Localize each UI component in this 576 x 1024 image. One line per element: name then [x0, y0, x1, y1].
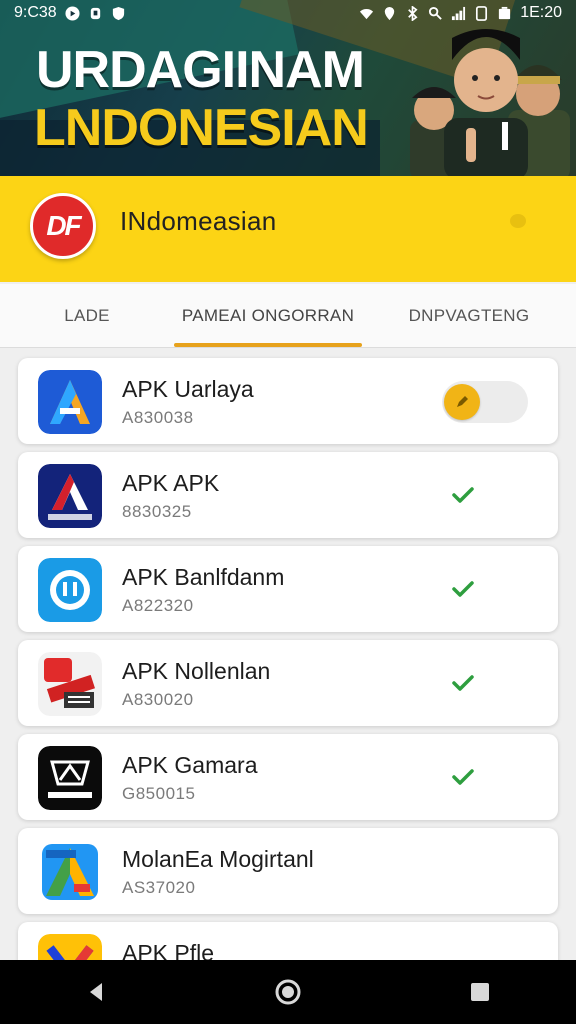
app-name: INdomeasian — [120, 206, 277, 236]
app-title: APK Uarlaya — [122, 376, 254, 402]
header-indicator-dot — [510, 214, 526, 228]
navy-a-icon — [38, 464, 102, 528]
list-item[interactable]: APK APK 8830325 — [18, 452, 558, 538]
location-icon — [385, 6, 395, 20]
app-title: APK Gamara — [122, 752, 258, 778]
sim-icon — [476, 5, 488, 21]
banner-subtitle: LNDONESIAN — [34, 99, 369, 157]
tab-lade[interactable]: LADE — [0, 284, 174, 347]
battery-icon — [499, 6, 511, 19]
list-item[interactable]: APK Banlfdanm A822320 — [18, 546, 558, 632]
banner-people-image — [410, 29, 570, 176]
red-badge-icon — [38, 652, 102, 716]
bluetooth-icon — [408, 5, 418, 21]
blue-a-icon — [38, 370, 102, 434]
status-time: 9:C38 — [14, 4, 57, 21]
tab-dnpvagteng[interactable]: DNPVAGTENG — [362, 284, 576, 347]
phone-screen: 9:C38 1E:20 URDAGIINAM LNDONESIAN DF INd… — [0, 0, 576, 1024]
app-code: A822320 — [122, 596, 194, 615]
app-title: APK Pfle — [122, 940, 215, 960]
recents-button[interactable] — [450, 962, 510, 1022]
wifi-icon — [360, 8, 374, 19]
check-icon — [452, 487, 474, 503]
list-item[interactable]: APK Nollenlan A830020 — [18, 640, 558, 726]
shield-icon — [112, 6, 124, 20]
home-circle-icon — [275, 979, 301, 1005]
youtube-icon — [65, 5, 80, 21]
banner-title: URDAGIINAM — [36, 41, 365, 99]
list-item[interactable]: APK Uarlaya A830038 — [18, 358, 558, 444]
promo-banner[interactable]: 9:C38 1E:20 URDAGIINAM LNDONESIAN — [0, 0, 576, 176]
check-icon — [452, 581, 474, 597]
recents-square-icon — [471, 983, 489, 1001]
pencil-icon — [457, 396, 468, 407]
check-icon — [452, 769, 474, 785]
headset-icon — [38, 558, 102, 622]
app-code: AS37020 — [122, 878, 196, 897]
list-item[interactable]: MolanEa Mogirtanl AS37020 — [18, 828, 558, 914]
app-code: A830038 — [122, 408, 194, 427]
tab-bar: LADE PAMEAI ONGORRAN DNPVAGTENG — [0, 284, 576, 348]
app-code: 8830325 — [122, 502, 192, 521]
app-code: G850015 — [122, 784, 196, 803]
app-title: APK Nollenlan — [122, 658, 271, 684]
colorful-a-icon — [38, 840, 102, 904]
app-title: APK APK — [122, 470, 220, 496]
back-button[interactable] — [66, 962, 126, 1022]
app-logo[interactable]: DF — [30, 193, 96, 259]
list-item[interactable]: APK Pfle — [18, 922, 558, 960]
system-nav-bar — [0, 960, 576, 1024]
crown-icon — [38, 746, 102, 810]
toggle-knob — [444, 384, 480, 420]
signal-icon — [452, 6, 466, 20]
install-toggle[interactable] — [442, 381, 528, 423]
app-list: APK Uarlaya A830038 APK APK 8830325 APK … — [0, 348, 576, 960]
status-bar: 9:C38 1E:20 — [0, 0, 576, 26]
app-title: APK Banlfdanm — [122, 564, 285, 590]
app-header: DF INdomeasian — [0, 176, 576, 282]
tab-pameai-ongorran[interactable]: PAMEAI ONGORRAN — [174, 284, 362, 347]
home-button[interactable] — [258, 962, 318, 1022]
app-code: A830020 — [122, 690, 194, 709]
yellow-arrow-icon — [38, 934, 102, 960]
check-icon — [452, 675, 474, 691]
app-title: MolanEa Mogirtanl — [122, 846, 314, 872]
back-triangle-icon — [90, 983, 102, 1001]
list-item[interactable]: APK Gamara G850015 — [18, 734, 558, 820]
notification-icon — [90, 7, 100, 19]
key-icon — [429, 6, 442, 20]
status-clock: 1E:20 — [520, 4, 562, 21]
